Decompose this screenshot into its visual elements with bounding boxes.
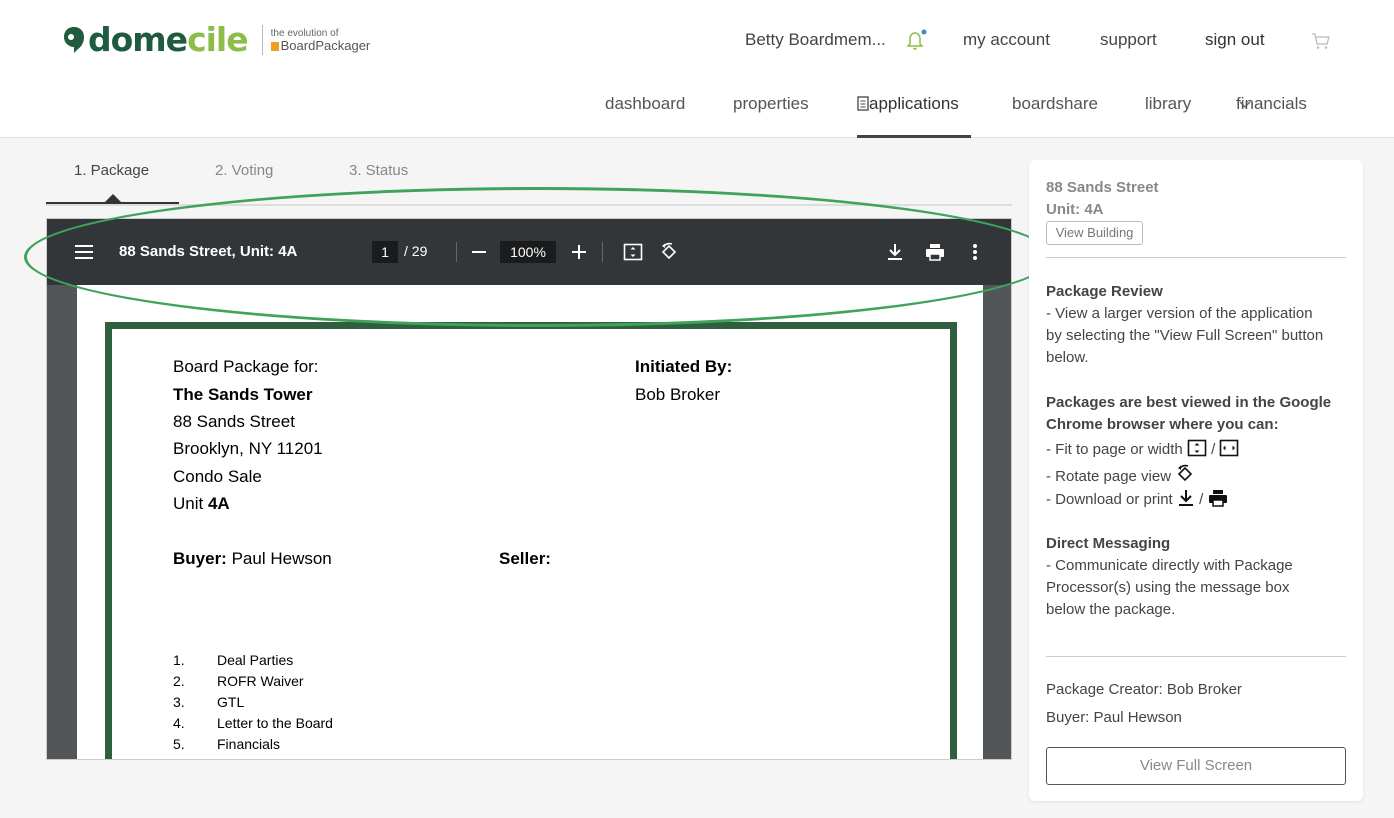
sidebar-address: 88 Sands Street bbox=[1046, 179, 1159, 196]
download-icon[interactable] bbox=[884, 241, 906, 263]
nav-financials[interactable]: financials bbox=[1236, 94, 1307, 114]
review-text-line: by selecting the "View Full Screen" butt… bbox=[1046, 327, 1324, 344]
sidebar-unit: Unit: 4A bbox=[1046, 201, 1104, 218]
transaction-type: Condo Sale bbox=[173, 467, 262, 486]
list-item: ROFR Waiver bbox=[217, 673, 304, 689]
nav-financials-label: financials bbox=[1236, 94, 1307, 113]
buyer-label: Buyer: bbox=[173, 549, 227, 568]
fit-tip: - Fit to page or width / bbox=[1046, 439, 1239, 461]
review-text-line: - View a larger version of the applicati… bbox=[1046, 305, 1313, 322]
zoom-out-icon[interactable] bbox=[469, 242, 489, 262]
download-icon bbox=[1178, 490, 1193, 506]
list-item-number: 1. bbox=[173, 652, 185, 668]
unit-line: Unit 4A bbox=[173, 494, 230, 514]
nav-dashboard[interactable]: dashboard bbox=[605, 94, 685, 114]
fit-page-icon[interactable] bbox=[622, 241, 644, 263]
direct-messaging-title: Direct Messaging bbox=[1046, 535, 1171, 552]
best-viewed-line: Packages are best viewed in the Google bbox=[1046, 394, 1332, 411]
document-icon bbox=[857, 96, 869, 111]
building-street: 88 Sands Street bbox=[173, 412, 295, 431]
cart-icon[interactable] bbox=[1311, 31, 1331, 56]
pdf-viewer: 88 Sands Street, Unit: 4A 1 / 29 100% Bo… bbox=[46, 218, 1012, 760]
nav-applications-label: applications bbox=[869, 94, 959, 113]
list-item: Financials bbox=[217, 736, 281, 752]
package-sidebar: 88 Sands Street Unit: 4A View Building P… bbox=[1029, 160, 1363, 801]
pdf-page: Board Package for: The Sands Tower 88 Sa… bbox=[77, 285, 983, 759]
sidebar-divider bbox=[1046, 257, 1346, 258]
zoom-in-icon[interactable] bbox=[569, 242, 589, 262]
initiated-by-value: Bob Broker bbox=[635, 385, 721, 404]
package-tabs: 1. Package 2. Voting 3. Status bbox=[46, 158, 1012, 206]
list-item-number: 5. bbox=[173, 736, 185, 752]
page-number-input[interactable]: 1 bbox=[372, 241, 398, 263]
list-item: Letter to the Board bbox=[217, 715, 333, 731]
sidebar-divider bbox=[1046, 656, 1346, 657]
rotate-icon bbox=[1178, 464, 1193, 482]
unit-label: Unit bbox=[173, 494, 204, 513]
active-tab-underline bbox=[46, 202, 179, 204]
dm-text-line: - Communicate directly with Package bbox=[1046, 557, 1293, 574]
package-creator: Package Creator: Bob Broker bbox=[1046, 681, 1242, 698]
best-viewed-line: Chrome browser where you can: bbox=[1046, 416, 1279, 433]
rotate-tip: - Rotate page view bbox=[1046, 464, 1195, 488]
slash: / bbox=[1211, 441, 1216, 458]
list-item-number: 2. bbox=[173, 673, 185, 689]
menu-icon[interactable] bbox=[73, 242, 95, 262]
building-city: Brooklyn, NY 11201 bbox=[173, 439, 323, 458]
view-full-screen-button[interactable]: View Full Screen bbox=[1046, 747, 1346, 785]
support-link[interactable]: support bbox=[1100, 30, 1157, 50]
list-item: Deal Parties bbox=[217, 652, 294, 668]
tab-package[interactable]: 1. Package bbox=[74, 162, 149, 179]
print-icon bbox=[1209, 490, 1228, 507]
review-text-line: below. bbox=[1046, 349, 1089, 366]
more-options-icon[interactable] bbox=[965, 241, 985, 263]
dm-text-line: Processor(s) using the message box bbox=[1046, 579, 1290, 596]
buyer-line: Buyer: Paul Hewson bbox=[173, 549, 332, 569]
list-item-number: 3. bbox=[173, 694, 185, 710]
toolbar-divider bbox=[602, 242, 603, 262]
slash: / bbox=[1199, 491, 1204, 508]
pdf-document-title: 88 Sands Street, Unit: 4A bbox=[119, 243, 298, 260]
active-nav-indicator bbox=[857, 135, 971, 138]
rotate-icon[interactable] bbox=[658, 241, 680, 263]
zoom-input[interactable]: 100% bbox=[500, 241, 556, 263]
package-review-title: Package Review bbox=[1046, 283, 1163, 300]
top-nav: Betty Boardmem... my account support sig… bbox=[0, 29, 1394, 52]
building-name: The Sands Tower bbox=[173, 385, 313, 404]
nav-boardshare[interactable]: boardshare bbox=[1012, 94, 1098, 114]
pdf-toolbar: 88 Sands Street, Unit: 4A 1 / 29 100% bbox=[47, 219, 1011, 285]
nav-applications[interactable]: applications bbox=[857, 94, 959, 114]
fit-page-icon bbox=[1187, 439, 1207, 457]
my-account-link[interactable]: my account bbox=[963, 30, 1050, 50]
package-buyer: Buyer: Paul Hewson bbox=[1046, 709, 1182, 726]
tab-status[interactable]: 3. Status bbox=[349, 162, 408, 179]
site-header: domecile the evolution of BoardPackager … bbox=[0, 0, 1394, 138]
tab-voting[interactable]: 2. Voting bbox=[215, 162, 273, 179]
fit-tip-text: - Fit to page or width bbox=[1046, 441, 1183, 458]
sign-out-link[interactable]: sign out bbox=[1205, 30, 1265, 50]
list-item-number: 4. bbox=[173, 715, 185, 731]
list-item: GTL bbox=[217, 694, 245, 710]
fit-width-icon bbox=[1220, 439, 1239, 457]
seller-label: Seller: bbox=[499, 549, 551, 568]
print-icon[interactable] bbox=[923, 241, 947, 263]
page-total: / 29 bbox=[404, 243, 428, 259]
download-tip: - Download or print / bbox=[1046, 489, 1229, 511]
user-name-link[interactable]: Betty Boardmem... bbox=[745, 30, 886, 50]
view-building-button[interactable]: View Building bbox=[1046, 221, 1143, 245]
nav-library[interactable]: library bbox=[1145, 94, 1191, 114]
initiated-by-label: Initiated By: bbox=[635, 357, 733, 376]
nav-properties[interactable]: properties bbox=[733, 94, 809, 114]
rotate-tip-text: - Rotate page view bbox=[1046, 468, 1172, 485]
board-package-for-label: Board Package for: bbox=[173, 357, 319, 376]
unit-value: 4A bbox=[207, 494, 230, 513]
download-tip-text: - Download or print bbox=[1046, 491, 1173, 508]
bell-icon[interactable] bbox=[905, 29, 927, 56]
toolbar-divider bbox=[456, 242, 457, 262]
buyer-value: Paul Hewson bbox=[231, 549, 332, 568]
dm-text-line: below the package. bbox=[1046, 601, 1176, 618]
